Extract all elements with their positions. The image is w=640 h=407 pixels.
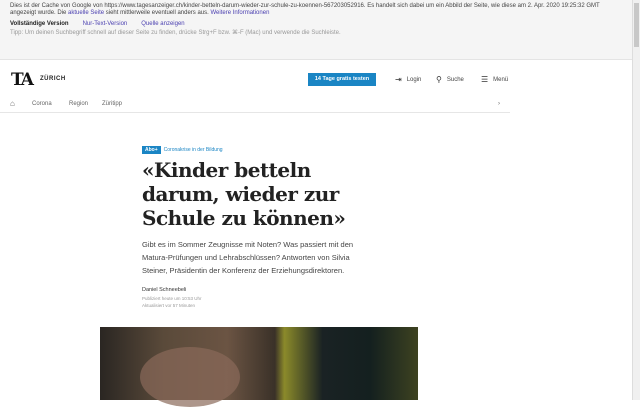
nav-item-region[interactable]: Region: [69, 101, 88, 107]
published-time: Publiziert heute um 10:53 Uhr: [142, 296, 202, 301]
search-button[interactable]: ⚲ Suche: [436, 75, 464, 84]
login-icon: ⇥: [395, 75, 402, 84]
scrollbar-thumb[interactable]: [634, 3, 639, 47]
free-trial-button[interactable]: 14 Tage gratis testen: [308, 73, 376, 86]
current-page-link[interactable]: aktuelle Seite: [68, 10, 104, 16]
updated-time: Aktualisiert vor 57 Minuten: [142, 303, 196, 308]
abo-badge: Abo+: [142, 146, 161, 154]
google-cache-banner: Dies ist der Cache von Google von https:…: [0, 0, 632, 60]
cache-notice-end: sieht mittlerweile eventuell anders: [105, 10, 196, 16]
nav-item-zueritipp[interactable]: Züritipp: [102, 101, 122, 107]
article-title: «Kinder betteln darum, wieder zur Schule…: [142, 158, 346, 230]
nav-item-corona[interactable]: Corona: [32, 101, 52, 107]
cache-notice: Dies ist der Cache von Google von https:…: [10, 3, 600, 16]
view-source-link[interactable]: Quelle anzeigen: [141, 20, 184, 28]
more-info-link[interactable]: Weitere Informationen: [210, 10, 269, 16]
article-lead: Gibt es im Sommer Zeugnisse mit Noten? W…: [142, 240, 354, 275]
scrollbar[interactable]: [632, 0, 640, 400]
login-button[interactable]: ⇥ Login: [395, 75, 421, 84]
author-name[interactable]: Daniel Schneebeli: [142, 287, 202, 293]
article-header: Abo+ Coronakrise in der Bildung «Kinder b…: [142, 146, 382, 277]
home-icon[interactable]: ⌂: [10, 99, 15, 108]
full-version-link[interactable]: Vollständige Version: [10, 20, 69, 28]
article-kicker[interactable]: Coronakrise in der Bildung: [164, 147, 223, 153]
search-icon: ⚲: [436, 75, 442, 84]
text-version-link[interactable]: Nur-Text-Version: [83, 20, 128, 28]
hamburger-icon: ☰: [481, 75, 489, 84]
edition-label: ZÜRICH: [40, 76, 66, 82]
article-hero-image: [100, 327, 418, 407]
section-nav: ⌂ Corona Region Züritipp ›: [0, 98, 510, 113]
cache-tip: Tipp: Um deinen Suchbegriff schnell auf …: [10, 30, 341, 36]
article-byline: Daniel Schneebeli Publiziert heute um 10…: [142, 287, 202, 309]
menu-button[interactable]: ☰ Menü: [481, 75, 508, 84]
site-header: TA ZÜRICH 14 Tage gratis testen ⇥ Login ⚲…: [0, 62, 632, 98]
nav-next-chevron-icon[interactable]: ›: [498, 101, 500, 107]
site-logo[interactable]: TA: [11, 70, 34, 90]
